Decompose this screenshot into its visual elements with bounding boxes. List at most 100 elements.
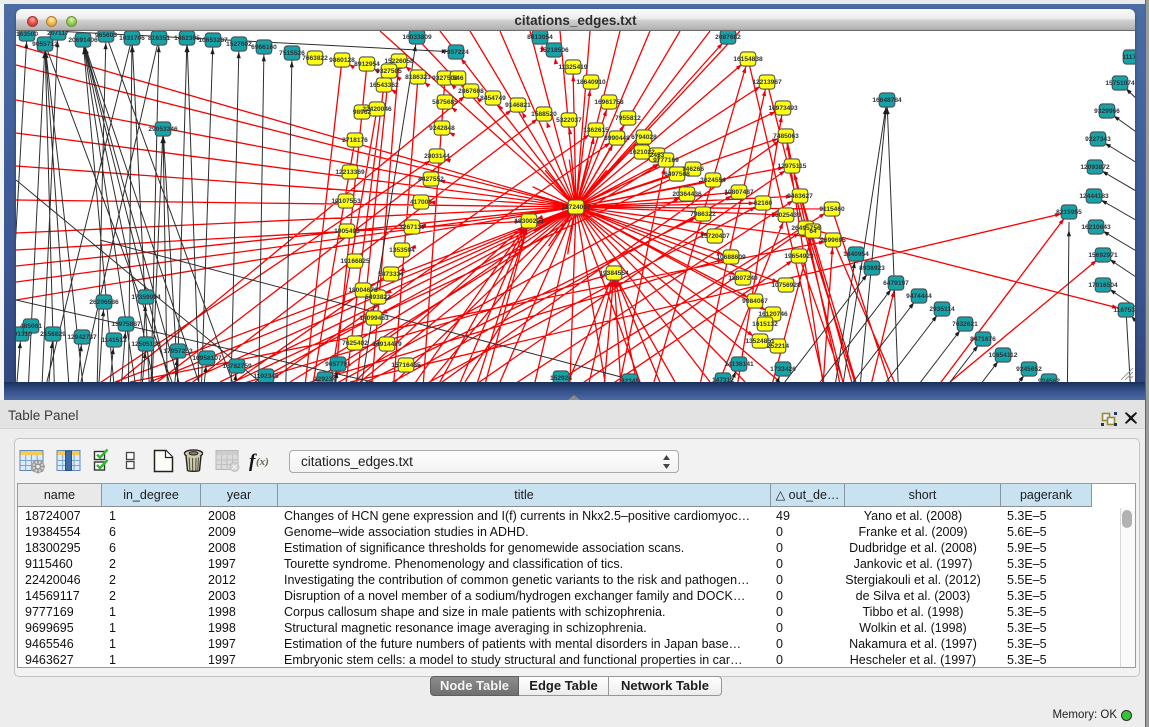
svg-text:2803144: 2803144 <box>424 153 450 160</box>
svg-text:19384554: 19384554 <box>599 270 629 277</box>
svg-text:391310: 391310 <box>16 331 32 338</box>
svg-text:5873334: 5873334 <box>378 271 404 278</box>
svg-text:6966160: 6966160 <box>251 44 277 51</box>
svg-text:10688609: 10688609 <box>716 254 746 261</box>
svg-text:3624554: 3624554 <box>700 177 726 184</box>
svg-text:1640954: 1640954 <box>843 251 869 258</box>
svg-text:8471676: 8471676 <box>970 336 996 343</box>
svg-text:746266: 746266 <box>682 166 704 173</box>
svg-text:15751074: 15751074 <box>1105 80 1135 87</box>
svg-text:29053346: 29053346 <box>148 126 178 133</box>
svg-text:10973493: 10973493 <box>768 105 798 112</box>
svg-text:485061: 485061 <box>20 323 42 330</box>
svg-text:16782759: 16782759 <box>222 363 252 370</box>
svg-text:1733426: 1733426 <box>770 366 796 373</box>
svg-text:16210643: 16210643 <box>1081 224 1111 231</box>
svg-text:10958107: 10958107 <box>192 355 222 362</box>
svg-text:14136141: 14136141 <box>724 361 754 368</box>
svg-text:965603: 965603 <box>95 32 117 39</box>
svg-text:10807487: 10807487 <box>724 189 754 196</box>
svg-text:546: 546 <box>452 75 463 82</box>
svg-text:19654923: 19654923 <box>784 253 814 260</box>
svg-text:9055712: 9055712 <box>32 41 58 48</box>
svg-text:17016504: 17016504 <box>1088 282 1118 289</box>
svg-text:14099463: 14099463 <box>359 315 389 322</box>
svg-text:7986322: 7986322 <box>690 211 716 218</box>
svg-text:2156829: 2156829 <box>40 331 66 338</box>
svg-text:10756928: 10756928 <box>771 282 801 289</box>
svg-text:19166825: 19166825 <box>340 258 370 265</box>
svg-text:152924: 152924 <box>550 375 572 382</box>
svg-text:1527602: 1527602 <box>226 41 252 48</box>
svg-text:16648784: 16648784 <box>872 97 902 104</box>
svg-text:3267130: 3267130 <box>399 224 425 231</box>
svg-text:9699695: 9699695 <box>820 237 846 244</box>
svg-text:18004678: 18004678 <box>348 287 378 294</box>
svg-text:11173: 11173 <box>1122 54 1135 61</box>
svg-text:13975887: 13975887 <box>111 321 141 328</box>
svg-text:15720407: 15720407 <box>700 233 730 240</box>
svg-text:252214: 252214 <box>767 343 789 350</box>
svg-text:1353594: 1353594 <box>389 247 415 254</box>
svg-text:16154838: 16154838 <box>733 56 763 63</box>
svg-text:1192346: 1192346 <box>253 373 279 380</box>
svg-text:207117: 207117 <box>47 31 69 37</box>
svg-text:1615132: 1615132 <box>752 321 778 328</box>
svg-text:12213369: 12213369 <box>335 169 365 176</box>
svg-text:7357224: 7357224 <box>443 49 469 56</box>
svg-text:9777169: 9777169 <box>653 157 679 164</box>
svg-text:8215955: 8215955 <box>1056 209 1082 216</box>
svg-text:26206586: 26206586 <box>89 299 119 306</box>
svg-text:816351: 816351 <box>148 35 170 42</box>
svg-text:18300295: 18300295 <box>514 218 544 225</box>
svg-text:7663822: 7663822 <box>302 55 328 62</box>
svg-text:8813054: 8813054 <box>527 34 553 41</box>
svg-text:16120746: 16120746 <box>758 311 788 318</box>
svg-text:7625402: 7625402 <box>342 340 368 347</box>
svg-text:9146821: 9146821 <box>505 102 531 109</box>
svg-text:16033809: 16033809 <box>402 34 432 41</box>
svg-text:163500: 163500 <box>16 31 38 38</box>
svg-text:2935114: 2935114 <box>929 306 955 313</box>
svg-text:12505135: 12505135 <box>131 341 161 348</box>
svg-text:7632621: 7632621 <box>952 321 978 328</box>
svg-text:5493822: 5493822 <box>365 294 391 301</box>
svg-text:2087682: 2087682 <box>715 34 741 41</box>
svg-text:15226058: 15226058 <box>384 58 414 65</box>
svg-text:18640910: 18640910 <box>576 79 606 86</box>
svg-text:9227343: 9227343 <box>1085 136 1111 143</box>
svg-text:2867608: 2867608 <box>458 88 484 95</box>
svg-text:15218506: 15218506 <box>539 47 569 54</box>
svg-text:6479197: 6479197 <box>883 280 909 287</box>
svg-text:8454749: 8454749 <box>480 95 506 102</box>
svg-text:7955812: 7955812 <box>615 115 641 122</box>
svg-text:64: 64 <box>809 228 817 235</box>
svg-text:9084067: 9084067 <box>742 298 768 305</box>
svg-text:1141513: 1141513 <box>101 337 127 344</box>
svg-text:(x): (x) <box>256 456 269 468</box>
svg-text:9474444: 9474444 <box>906 293 932 300</box>
svg-text:1167533: 1167533 <box>1113 307 1135 314</box>
svg-text:8912954: 8912954 <box>354 61 380 68</box>
svg-text:15716485: 15716485 <box>391 362 421 369</box>
svg-text:1031706: 1031706 <box>119 35 145 42</box>
svg-text:9242848: 9242848 <box>429 125 455 132</box>
svg-text:417006: 417006 <box>410 199 432 206</box>
svg-text:17957253: 17957253 <box>163 348 193 355</box>
svg-text:12213967: 12213967 <box>752 79 782 86</box>
svg-text:9657791: 9657791 <box>325 361 351 368</box>
svg-text:11325419: 11325419 <box>559 64 588 71</box>
svg-text:10107553: 10107553 <box>331 198 361 205</box>
svg-text:8186323: 8186323 <box>405 74 431 81</box>
svg-text:8990448: 8990448 <box>604 135 630 142</box>
svg-text:2718176: 2718176 <box>342 137 368 144</box>
svg-text:16543362: 16543362 <box>369 82 399 89</box>
svg-text:12444183: 12444183 <box>1079 193 1109 200</box>
svg-text:1588520: 1588520 <box>531 111 557 118</box>
svg-text:12093872: 12093872 <box>1080 164 1110 171</box>
svg-text:98962: 98962 <box>353 109 372 116</box>
svg-text:10653287: 10653287 <box>198 37 228 44</box>
svg-text:9115460: 9115460 <box>819 206 845 213</box>
svg-text:15692971: 15692971 <box>1088 252 1118 259</box>
svg-text:20364436: 20364436 <box>672 191 702 198</box>
